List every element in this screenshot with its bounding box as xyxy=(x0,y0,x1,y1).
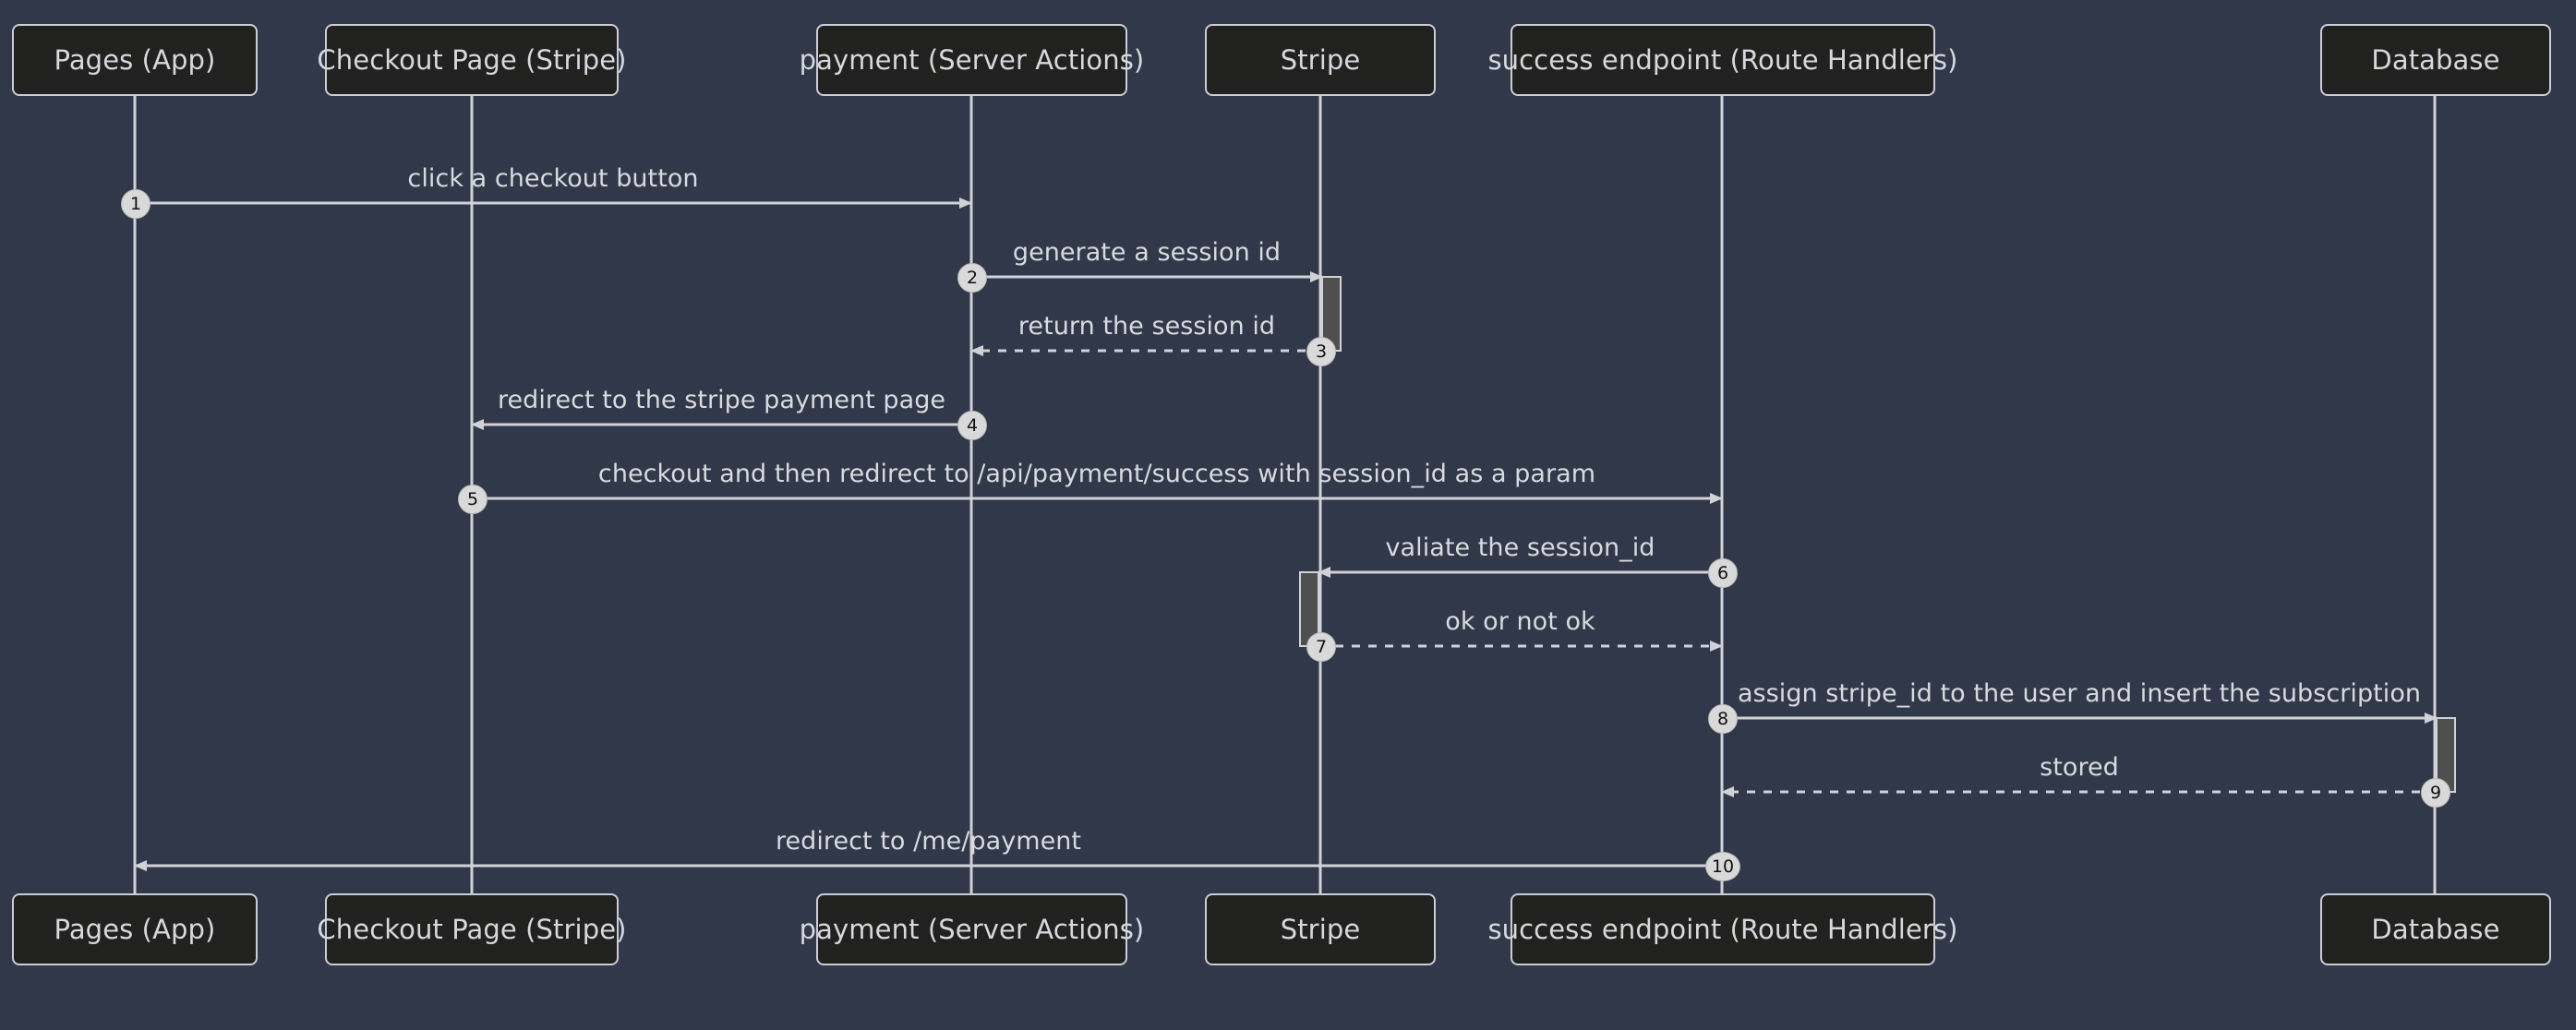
sequence-number-4: 4 xyxy=(957,411,987,440)
actor-label-payment: payment (Server Actions) xyxy=(799,913,1145,945)
actor-box-checkout-top[interactable]: Checkout Page (Stripe) xyxy=(317,24,626,96)
actor-box-database-top[interactable]: Database xyxy=(2320,24,2551,96)
actor-box-checkout-bottom[interactable]: Checkout Page (Stripe) xyxy=(317,893,626,965)
actor-label-stripe: Stripe xyxy=(1280,43,1361,76)
message-label-5: checkout and then redirect to /api/payme… xyxy=(597,460,1596,488)
message-label-3: return the session id xyxy=(1017,312,1276,341)
sequence-number-3: 3 xyxy=(1306,337,1336,366)
actor-box-stripe-bottom[interactable]: Stripe xyxy=(1205,893,1436,965)
actor-box-payment-bottom[interactable]: payment (Server Actions) xyxy=(800,893,1144,965)
actor-label-database: Database xyxy=(2371,913,2500,945)
sequence-number-2: 2 xyxy=(957,263,987,293)
sequence-diagram: Pages (App) Checkout Page (Stripe) payment… xyxy=(0,0,2576,1030)
message-label-6: valiate the session_id xyxy=(1385,533,1655,562)
message-label-9: stored xyxy=(2040,753,2119,782)
actor-label-database: Database xyxy=(2371,43,2500,76)
sequence-number-7: 7 xyxy=(1306,632,1336,662)
actor-box-pages-bottom[interactable]: Pages (App) xyxy=(12,893,258,965)
sequence-number-8: 8 xyxy=(1708,704,1738,734)
sequence-number-10: 10 xyxy=(1705,852,1740,881)
sequence-number-9: 9 xyxy=(2421,778,2450,808)
actor-box-pages-top[interactable]: Pages (App) xyxy=(12,24,258,96)
message-label-4: redirect to the stripe payment page xyxy=(497,386,946,414)
actor-box-stripe-top[interactable]: Stripe xyxy=(1205,24,1436,96)
actor-label-checkout: Checkout Page (Stripe) xyxy=(317,43,627,76)
actor-label-checkout: Checkout Page (Stripe) xyxy=(317,913,627,945)
actor-label-success: success endpoint (Route Handlers) xyxy=(1487,913,1958,945)
sequence-number-5: 5 xyxy=(458,485,488,514)
message-label-2: generate a session id xyxy=(1012,238,1282,267)
message-label-1: click a checkout button xyxy=(407,164,699,193)
message-label-10: redirect to /me/payment xyxy=(775,827,1082,856)
actor-box-success-top[interactable]: success endpoint (Route Handlers) xyxy=(1487,24,1957,96)
diagram-canvas xyxy=(133,96,2456,893)
actor-label-success: success endpoint (Route Handlers) xyxy=(1487,43,1958,76)
sequence-number-6: 6 xyxy=(1708,558,1738,588)
actor-box-success-bottom[interactable]: success endpoint (Route Handlers) xyxy=(1487,893,1957,965)
actor-box-payment-top[interactable]: payment (Server Actions) xyxy=(800,24,1144,96)
actor-label-pages: Pages (App) xyxy=(54,913,216,945)
actor-label-payment: payment (Server Actions) xyxy=(799,43,1145,76)
actor-label-stripe: Stripe xyxy=(1280,913,1361,945)
message-label-8: assign stripe_id to the user and insert … xyxy=(1737,679,2422,708)
sequence-number-1: 1 xyxy=(121,189,150,219)
actor-box-database-bottom[interactable]: Database xyxy=(2320,893,2551,965)
actor-label-pages: Pages (App) xyxy=(54,43,216,76)
message-label-7: ok or not ok xyxy=(1445,607,1595,636)
